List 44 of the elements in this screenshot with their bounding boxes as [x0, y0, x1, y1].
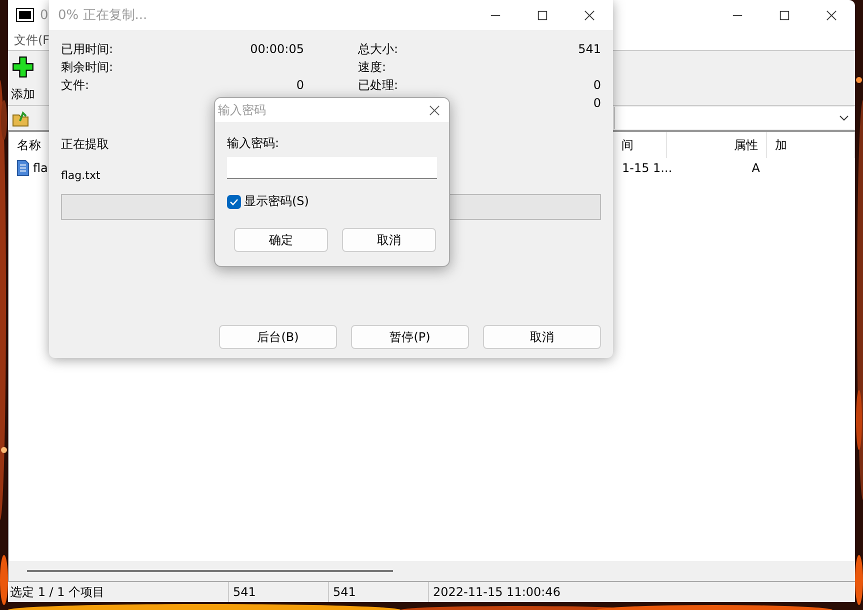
stat-value: 00:00:05 — [250, 42, 304, 56]
dialog-title: 输入密码 — [218, 102, 266, 118]
stat-value: 541 — [578, 42, 601, 56]
stat-value: 0 — [593, 96, 601, 110]
column-header[interactable]: 加 — [767, 132, 855, 158]
close-icon[interactable] — [826, 10, 837, 20]
stat-label: 速度: — [358, 58, 386, 76]
stat-label: 总大小: — [358, 40, 398, 58]
window-title: 0 — [40, 8, 48, 22]
dialog-button[interactable]: 取消 — [342, 228, 436, 252]
status-text: 2022-11-15 11:00:46 — [432, 584, 560, 601]
chevron-down-icon[interactable] — [839, 115, 849, 121]
maximize-icon[interactable] — [779, 10, 790, 20]
stat-label: 已用时间: — [61, 40, 114, 58]
text-file-icon — [17, 160, 29, 176]
file-name: flag.txt — [61, 169, 100, 182]
checkbox[interactable] — [227, 194, 241, 208]
close-icon[interactable] — [429, 104, 440, 116]
stat-label: 已处理: — [358, 76, 398, 94]
checkbox-label[interactable]: 显示密码(S) — [244, 193, 309, 210]
stat-value: 0 — [593, 78, 601, 92]
folder-up-icon[interactable] — [12, 109, 30, 127]
stat-label: 剩余时间: — [61, 58, 114, 76]
dialog-button[interactable]: 后台(B) — [219, 325, 337, 349]
scrollbar-thumb[interactable] — [27, 570, 393, 572]
field-label: 输入密码: — [227, 135, 280, 152]
close-icon[interactable] — [584, 10, 595, 20]
password-field[interactable] — [227, 157, 437, 179]
plus-icon[interactable] — [12, 56, 34, 78]
dialog-button[interactable]: 取消 — [483, 325, 601, 349]
dialog-button[interactable]: 确定 — [234, 228, 328, 252]
window-title: 0% 正在复制... — [58, 7, 148, 24]
app-logo-icon — [16, 8, 34, 22]
column-header[interactable]: 属性 — [667, 132, 768, 158]
menu-item[interactable]: 文件(F — [14, 32, 50, 48]
stat-label: 文件: — [61, 76, 90, 94]
status-text: 选定 1 / 1 个项目 — [8, 582, 229, 602]
stat-value: 0 — [296, 78, 304, 92]
toolbar-label[interactable]: 添加 — [11, 86, 35, 103]
status-text: 541 — [329, 582, 429, 602]
dialog-button[interactable]: 暂停(P) — [351, 325, 469, 349]
status-text: 541 — [229, 582, 329, 602]
operation-text: 正在提取 — [61, 136, 109, 153]
maximize-icon[interactable] — [537, 10, 548, 20]
